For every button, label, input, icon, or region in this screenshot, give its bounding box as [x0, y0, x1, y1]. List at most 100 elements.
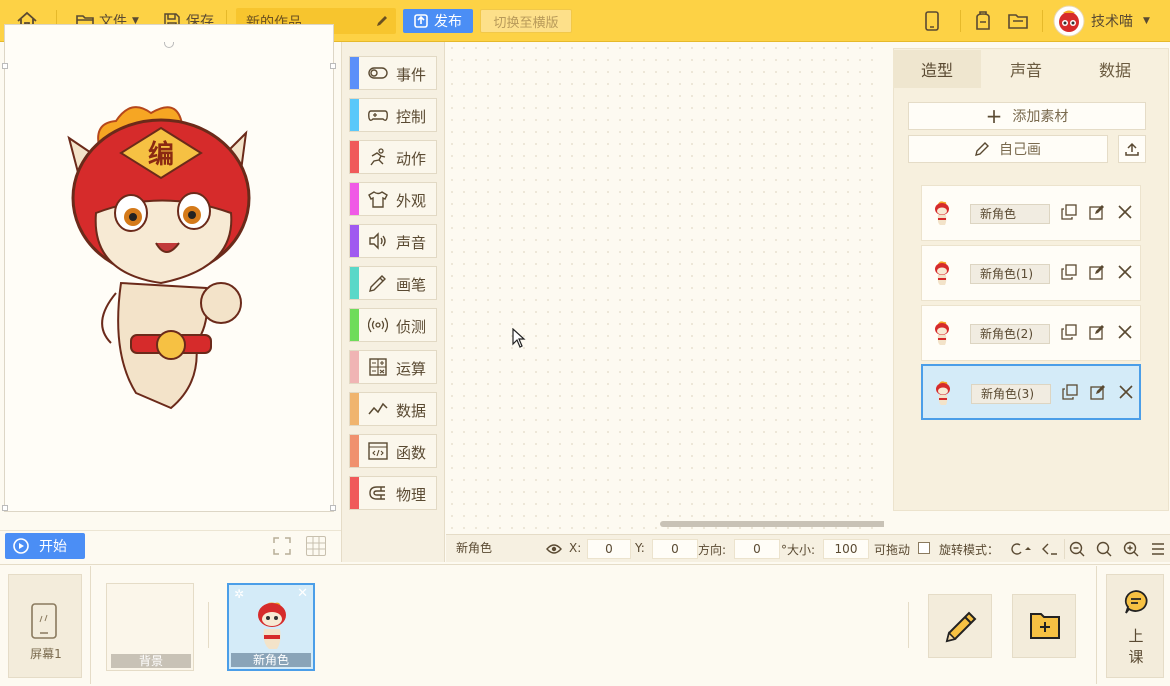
zoom-out-icon[interactable]	[1069, 541, 1085, 557]
resize-handle[interactable]	[2, 63, 8, 69]
upload-button[interactable]	[1118, 135, 1146, 163]
costume-thumbnail	[935, 261, 949, 285]
close-icon[interactable]: ✕	[297, 586, 308, 601]
sprite-property-bar: 新角色 X: 0 Y: 0 方向: 0 °大小: 100 可拖动 旋转模式：	[446, 534, 1170, 562]
sprite-name-field[interactable]: 新角色	[448, 539, 538, 559]
switch-landscape-button[interactable]: 切换至横版	[480, 9, 572, 33]
category-3[interactable]: 动作	[349, 140, 437, 174]
copy-icon[interactable]	[1062, 384, 1078, 400]
sprite-card-selected[interactable]: ✲ ✕ 新角色	[227, 583, 315, 671]
tab-costumes[interactable]: 造型	[893, 50, 981, 88]
category-10[interactable]: 函数	[349, 434, 437, 468]
tab-sounds[interactable]: 声音	[982, 50, 1070, 88]
category-7[interactable]: 侦测	[349, 308, 437, 342]
size-value: 100	[834, 542, 858, 556]
category-8[interactable]: 运算	[349, 350, 437, 384]
sprite-character[interactable]: 编	[61, 93, 271, 423]
costume-item[interactable]: 新角色	[921, 185, 1141, 241]
grid-icon	[307, 537, 325, 555]
size-input[interactable]: 100	[823, 539, 869, 559]
edit-icon[interactable]	[1089, 204, 1105, 220]
pencil-icon	[945, 611, 977, 643]
background-card[interactable]: 背景	[106, 583, 194, 671]
costume-name-field[interactable]: 新角色(2)	[970, 324, 1050, 344]
close-icon[interactable]	[1117, 204, 1133, 220]
draw-yourself-label: 自己画	[999, 142, 1041, 158]
pen-icon	[369, 275, 386, 292]
x-input[interactable]: 0	[587, 539, 631, 559]
costume-item[interactable]: 新角色(1)	[921, 245, 1141, 301]
project-folder-button[interactable]	[1008, 0, 1028, 42]
draggable-checkbox[interactable]	[918, 542, 930, 554]
costume-name-field[interactable]: 新角色(1)	[970, 264, 1050, 284]
category-label: 外观	[396, 192, 427, 210]
category-label: 声音	[396, 234, 427, 252]
copy-icon[interactable]	[1061, 204, 1077, 220]
publish-button[interactable]: 发布	[403, 9, 473, 33]
edit-icon[interactable]	[1089, 264, 1105, 280]
costume-name-field[interactable]: 新角色(3)	[971, 384, 1051, 404]
category-1[interactable]: 事件	[349, 56, 437, 90]
zoom-reset-icon[interactable]	[1096, 541, 1112, 557]
y-label: Y:	[635, 541, 645, 555]
upload-icon	[1125, 142, 1139, 156]
tab-data-label: 数据	[1098, 61, 1131, 80]
flip-left-icon[interactable]	[1041, 542, 1059, 556]
paint-sprite-button[interactable]	[928, 594, 992, 658]
category-label: 画笔	[396, 276, 427, 294]
resize-handle[interactable]	[2, 505, 8, 511]
edit-icon[interactable]	[1089, 324, 1105, 340]
script-canvas[interactable]	[446, 42, 882, 534]
resize-handle[interactable]	[330, 505, 336, 511]
start-button[interactable]: 开始	[5, 533, 85, 559]
category-color-strip	[350, 309, 359, 341]
resize-handle[interactable]	[330, 63, 336, 69]
eye-icon[interactable]	[546, 543, 562, 555]
category-color-strip	[350, 183, 359, 215]
start-class-button[interactable]: 上 课	[1106, 574, 1164, 678]
draw-yourself-button[interactable]: 自己画	[908, 135, 1108, 163]
category-color-strip	[350, 351, 359, 383]
stage-canvas[interactable]: 编	[4, 24, 334, 512]
calculator-icon	[369, 358, 387, 376]
y-input[interactable]: 0	[652, 539, 698, 559]
costume-name-field[interactable]: 新角色	[970, 204, 1050, 224]
copy-icon[interactable]	[1061, 264, 1077, 280]
screen-1-card[interactable]: 屏幕1	[8, 574, 82, 678]
sprite-thumbnail	[258, 602, 286, 649]
gear-icon[interactable]: ✲	[234, 587, 244, 601]
costume-name: 新角色(2)	[980, 327, 1033, 341]
tab-sounds-label: 声音	[1009, 61, 1042, 80]
grid-toggle-button[interactable]	[306, 536, 326, 556]
menu-icon[interactable]	[1151, 543, 1165, 555]
close-icon[interactable]	[1118, 384, 1134, 400]
shirt-icon	[368, 191, 388, 208]
chat-bubble-icon	[1124, 590, 1148, 614]
category-9[interactable]: 数据	[349, 392, 437, 426]
divider	[908, 602, 909, 648]
category-4[interactable]: 外观	[349, 182, 437, 216]
backpack-button[interactable]	[974, 0, 992, 42]
add-sprite-folder-button[interactable]	[1012, 594, 1076, 658]
close-icon[interactable]	[1117, 324, 1133, 340]
category-6[interactable]: 画笔	[349, 266, 437, 300]
tab-data[interactable]: 数据	[1071, 50, 1159, 88]
user-menu[interactable]: 技术喵 ▼	[1053, 0, 1150, 42]
category-2[interactable]: 控制	[349, 98, 437, 132]
category-11[interactable]: 物理	[349, 476, 437, 510]
gamepad-icon	[368, 110, 388, 121]
category-label: 控制	[396, 108, 427, 126]
add-material-button[interactable]: + 添加素材	[908, 102, 1146, 130]
direction-input[interactable]: 0	[734, 539, 780, 559]
rotate-icon[interactable]	[1010, 542, 1034, 556]
zoom-in-icon[interactable]	[1123, 541, 1139, 557]
close-icon[interactable]	[1117, 264, 1133, 280]
category-5[interactable]: 声音	[349, 224, 437, 258]
copy-icon[interactable]	[1061, 324, 1077, 340]
costume-item[interactable]: 新角色(3)	[921, 364, 1141, 420]
costume-item[interactable]: 新角色(2)	[921, 305, 1141, 361]
fullscreen-button[interactable]	[272, 536, 292, 556]
divider	[1096, 566, 1097, 684]
edit-icon[interactable]	[1090, 384, 1106, 400]
phone-preview-button[interactable]	[924, 0, 940, 42]
